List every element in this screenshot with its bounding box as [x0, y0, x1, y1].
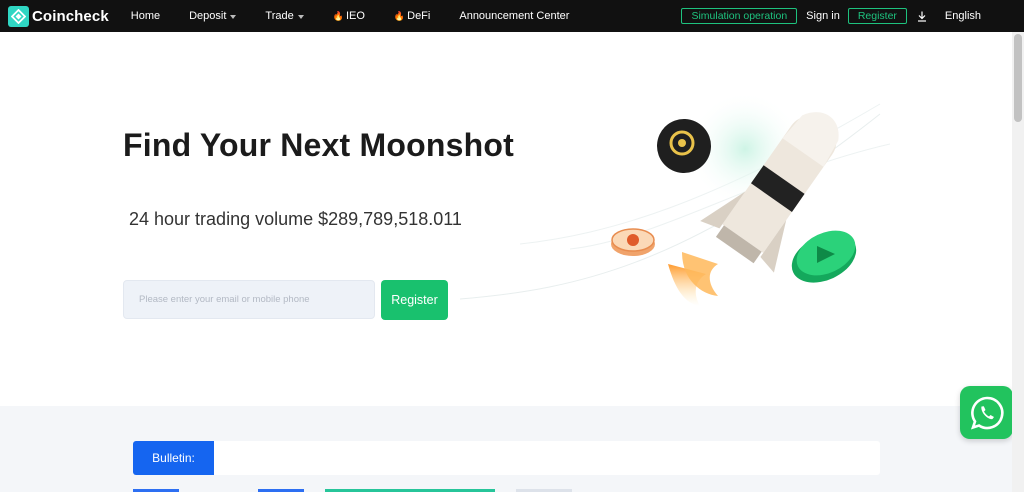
top-nav-bar: Coincheck Home Deposit Trade 🔥 IEO 🔥 DeF… [0, 0, 1024, 32]
nav-deposit-label: Deposit [189, 10, 227, 22]
download-icon[interactable] [917, 11, 927, 22]
hero-register-button[interactable]: Register [381, 280, 448, 320]
nav-right-group: Simulation operation Sign in Register En… [681, 0, 1024, 32]
chevron-down-icon [230, 14, 237, 19]
hero-title: Find Your Next Moonshot [123, 127, 514, 163]
language-selector[interactable]: English [945, 10, 981, 22]
page-scrollbar-thumb[interactable] [1014, 34, 1022, 122]
green-coin-icon [791, 230, 857, 283]
main-nav: Home Deposit Trade 🔥 IEO 🔥 DeFi Announce… [131, 10, 599, 22]
fire-icon: 🔥 [332, 10, 344, 21]
nav-ieo[interactable]: 🔥 IEO [333, 10, 365, 22]
nav-ieo-label: IEO [345, 10, 365, 22]
coincheck-logo-icon [8, 5, 29, 27]
nav-trade[interactable]: Trade [265, 10, 304, 22]
register-nav-button[interactable]: Register [847, 8, 907, 24]
brand-logo[interactable]: Coincheck [8, 5, 109, 27]
nav-home[interactable]: Home [131, 10, 160, 22]
simulation-operation-button[interactable]: Simulation operation [681, 8, 798, 24]
rocket-illustration [460, 91, 890, 306]
whatsapp-icon [970, 396, 1004, 430]
nav-defi-label: DeFi [407, 10, 431, 22]
trading-volume-text: 24 hour trading volume $289,789,518.011 [129, 209, 462, 229]
fire-icon: 🔥 [393, 10, 406, 21]
email-phone-input[interactable] [123, 280, 375, 319]
shiba-coin-icon [611, 228, 655, 256]
whatsapp-button[interactable] [960, 386, 1013, 439]
nav-defi[interactable]: 🔥 DeFi [394, 10, 430, 22]
nav-trade-label: Trade [265, 10, 294, 22]
chevron-down-icon [297, 14, 304, 19]
bulletin-label: Bulletin: [133, 441, 214, 475]
brand-name: Coincheck [32, 7, 109, 25]
nav-announcement-label: Announcement Center [459, 10, 570, 22]
sign-in-link[interactable]: Sign in [806, 10, 840, 22]
nav-home-label: Home [130, 10, 161, 22]
nav-deposit[interactable]: Deposit [189, 10, 237, 22]
bulletin-bar [133, 441, 880, 475]
nav-announcement-center[interactable]: Announcement Center [459, 10, 569, 22]
